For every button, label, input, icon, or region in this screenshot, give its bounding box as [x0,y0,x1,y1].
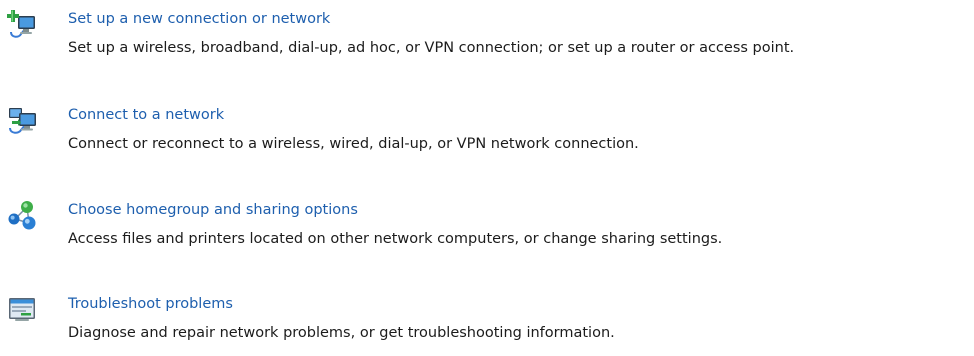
new-connection-icon[interactable] [7,8,39,40]
homegroup-sharing-link[interactable]: Choose homegroup and sharing options [68,199,358,221]
task-homegroup: Choose homegroup and sharing options Acc… [0,199,974,259]
homegroup-icon[interactable] [7,199,39,231]
connect-network-icon[interactable] [7,104,39,136]
homegroup-sharing-description: Access files and printers located on oth… [68,231,723,247]
troubleshoot-icon[interactable] [7,293,39,325]
troubleshoot-link[interactable]: Troubleshoot problems [68,293,233,315]
task-troubleshoot: Troubleshoot problems Diagnose and repai… [0,293,974,353]
task-connect-network: Connect to a network Connect or reconnec… [0,104,974,164]
troubleshoot-description: Diagnose and repair network problems, or… [68,325,615,341]
setup-connection-link[interactable]: Set up a new connection or network [68,8,330,30]
task-new-connection: Set up a new connection or network Set u… [0,8,974,68]
connect-network-link[interactable]: Connect to a network [68,104,224,126]
connect-network-description: Connect or reconnect to a wireless, wire… [68,136,639,152]
setup-connection-description: Set up a wireless, broadband, dial-up, a… [68,40,795,56]
